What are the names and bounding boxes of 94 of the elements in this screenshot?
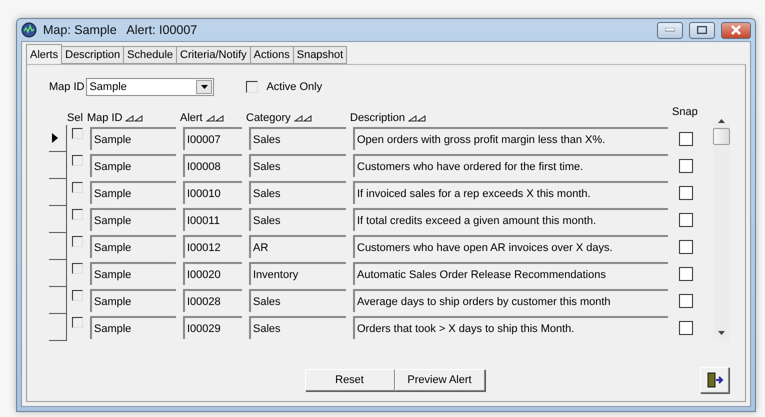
checkbox[interactable]: [72, 128, 82, 139]
map-id-combo[interactable]: Sample: [86, 78, 214, 96]
door-exit-icon: [706, 372, 724, 388]
sort-icon[interactable]: [294, 114, 312, 122]
table-cell: If total credits exceed a given amount this month.: [353, 208, 668, 231]
table-cell: I00010: [183, 181, 242, 204]
table-cell: Sample: [90, 316, 176, 339]
table-cell: I00007: [183, 127, 242, 150]
window-title: Map: Sample Alert: I00007: [43, 23, 198, 37]
close-icon: [730, 25, 742, 35]
row-header[interactable]: [49, 206, 67, 233]
tab[interactable]: Actions: [250, 46, 294, 64]
active-only-label: Active Only: [266, 81, 322, 93]
checkbox[interactable]: [679, 240, 693, 254]
checkbox[interactable]: [72, 317, 82, 328]
table-cell: I00008: [183, 154, 242, 177]
table-cell: Sample: [90, 289, 176, 312]
map-id-label: Map ID: [49, 81, 84, 93]
minimize-icon: [665, 28, 675, 32]
checkbox[interactable]: [679, 320, 693, 334]
tab[interactable]: Alerts: [26, 44, 62, 64]
dropdown-button[interactable]: [196, 80, 212, 94]
column-header: Alert: [180, 111, 246, 125]
table-cell: I00028: [183, 289, 242, 312]
checkbox[interactable]: [679, 132, 693, 146]
maximize-button[interactable]: [689, 22, 715, 38]
table-cell: AR: [249, 235, 346, 258]
sort-icon[interactable]: [206, 114, 224, 122]
caret-icon: [200, 85, 208, 89]
checkbox[interactable]: [679, 212, 693, 226]
checkbox[interactable]: [679, 294, 693, 308]
table-cell: Sales: [249, 289, 346, 312]
table-cell: Sample: [90, 181, 176, 204]
exit-button[interactable]: [700, 367, 729, 393]
table-cell: I00029: [183, 316, 242, 339]
table-cell: Customers who have ordered for the first time.: [353, 154, 668, 177]
table-cell: Sample: [90, 235, 176, 258]
current-row-icon: [52, 133, 58, 143]
table-cell: Sales: [249, 181, 346, 204]
row-header[interactable]: [49, 152, 67, 179]
checkbox[interactable]: [679, 266, 693, 280]
table-cell: Sample: [90, 262, 176, 285]
checkbox[interactable]: [72, 155, 82, 166]
checkbox[interactable]: [246, 81, 258, 93]
row-header[interactable]: [49, 287, 67, 314]
table-cell: Sales: [249, 208, 346, 231]
table-cell: Open orders with gross profit margin less than X%.: [353, 127, 668, 150]
map-id-field[interactable]: Sample: [87, 81, 196, 93]
scroll-down-icon[interactable]: [718, 331, 724, 335]
column-header: Snap: [672, 105, 699, 119]
checkbox[interactable]: [72, 182, 82, 193]
table-cell: I00011: [183, 208, 242, 231]
column-header: Map ID: [87, 111, 180, 125]
checkbox[interactable]: [72, 290, 82, 301]
globe-icon: [21, 22, 37, 38]
tab[interactable]: Criteria/Notify: [176, 46, 251, 64]
column-header: Sel: [67, 111, 84, 125]
table-cell: I00020: [183, 262, 242, 285]
column-header: Category: [246, 111, 350, 125]
row-header[interactable]: [49, 233, 67, 260]
tab[interactable]: Schedule: [123, 46, 178, 64]
row-header[interactable]: [49, 314, 67, 341]
table-cell: If invoiced sales for a rep exceeds X this month.: [353, 181, 668, 204]
table-cell: Sales: [249, 127, 346, 150]
minimize-button[interactable]: [657, 22, 683, 38]
checkbox[interactable]: [72, 209, 82, 220]
table-cell: Sample: [90, 154, 176, 177]
sort-icon[interactable]: [408, 114, 426, 122]
table-cell: Sample: [90, 208, 176, 231]
table-cell: Customers who have open AR invoices over X days.: [353, 235, 668, 258]
row-header[interactable]: [49, 179, 67, 206]
column-header: Description: [350, 111, 672, 125]
table-cell: Average days to ship orders by customer this month: [353, 289, 668, 312]
checkbox[interactable]: [679, 158, 693, 172]
scrollbar[interactable]: [712, 123, 730, 341]
checkbox[interactable]: [72, 236, 82, 247]
tab[interactable]: Snapshot: [292, 46, 348, 64]
table-cell: Sales: [249, 316, 346, 339]
push-button[interactable]: Reset: [304, 369, 394, 391]
checkbox[interactable]: [72, 263, 82, 274]
checkbox[interactable]: [679, 186, 693, 200]
table-cell: Sample: [90, 127, 176, 150]
table-cell: Orders that took > X days to ship this Month.: [353, 316, 668, 339]
table-cell: Sales: [249, 154, 346, 177]
table-cell: I00012: [183, 235, 242, 258]
row-header[interactable]: [49, 260, 67, 287]
push-button[interactable]: Preview Alert: [394, 369, 484, 391]
tab[interactable]: Description: [61, 46, 124, 64]
sort-icon[interactable]: [125, 114, 144, 122]
table-cell: Automatic Sales Order Release Recommendations: [353, 262, 668, 285]
maximize-icon: [697, 26, 707, 34]
scroll-thumb[interactable]: [712, 128, 730, 145]
table-cell: Inventory: [249, 262, 346, 285]
close-button[interactable]: [721, 22, 751, 38]
